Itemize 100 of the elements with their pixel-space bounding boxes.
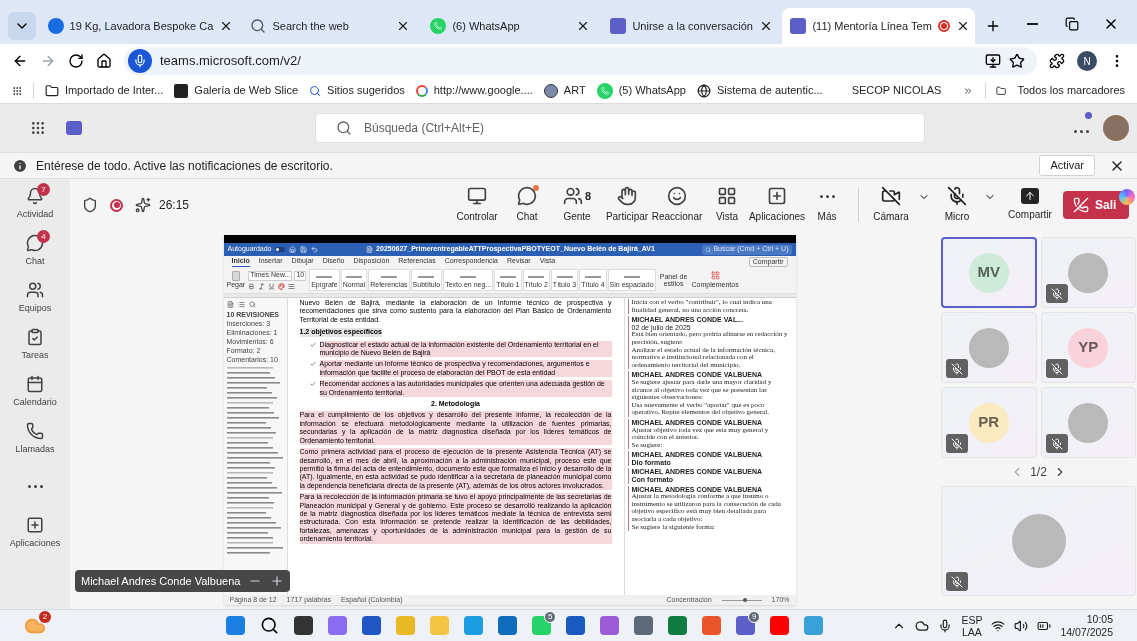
meeting-action-button[interactable]: Chat bbox=[502, 186, 552, 224]
participant-tile[interactable] bbox=[1040, 237, 1136, 308]
avatar-placeholder bbox=[1068, 402, 1109, 443]
hand-icon bbox=[617, 186, 637, 206]
microphone-off-icon bbox=[1050, 437, 1063, 450]
rail-item[interactable]: Llamadas bbox=[3, 420, 67, 458]
bookmark-link[interactable]: Sitios sugeridos bbox=[309, 82, 405, 99]
all-bookmarks-link[interactable]: Todos los marcadores bbox=[1017, 82, 1125, 99]
participant-tile[interactable] bbox=[1040, 387, 1136, 458]
tab-list-button[interactable] bbox=[8, 12, 36, 40]
app-launcher-icon bbox=[30, 120, 46, 136]
profile-avatar[interactable]: N bbox=[1077, 51, 1097, 71]
mic-button[interactable]: Micro bbox=[931, 186, 983, 224]
meeting-action-button[interactable]: Reaccionar bbox=[652, 186, 702, 224]
home-icon bbox=[96, 53, 112, 69]
globe-icon bbox=[696, 83, 711, 98]
zoom-slider-thumb[interactable] bbox=[743, 598, 748, 602]
bookmark-link[interactable]: Galería de Web Slice bbox=[174, 82, 299, 99]
rail-item[interactable]: Chat 4 bbox=[3, 232, 67, 270]
install-app-icon bbox=[985, 53, 1001, 69]
grid-icon bbox=[717, 186, 737, 206]
microphone-off-icon bbox=[951, 362, 963, 375]
restore-icon bbox=[1064, 17, 1079, 31]
user-avatar[interactable] bbox=[1103, 115, 1129, 141]
microphone-off-icon bbox=[951, 575, 963, 588]
participant-tile[interactable] bbox=[941, 486, 1136, 596]
search-icon bbox=[336, 120, 352, 136]
leave-button[interactable]: Sali bbox=[1063, 191, 1129, 219]
autosave-toggle[interactable] bbox=[275, 247, 286, 252]
meeting-action-button[interactable]: Participar bbox=[602, 186, 652, 224]
bookmark-link[interactable]: SECOP NICOLAS bbox=[833, 82, 942, 99]
microphone-off-icon bbox=[947, 186, 967, 206]
monitor-icon bbox=[467, 186, 487, 206]
checkmark-icon bbox=[309, 341, 316, 348]
search-field[interactable]: Búsqueda (Ctrl+Alt+E) bbox=[315, 113, 925, 143]
save-icon bbox=[300, 246, 308, 253]
browser-tab[interactable]: Search the web bbox=[242, 8, 419, 44]
rail-item[interactable]: Equipos bbox=[3, 279, 67, 317]
participant-tile[interactable] bbox=[941, 312, 1037, 383]
bold-icon bbox=[248, 282, 256, 290]
camera-button[interactable]: Cámara bbox=[865, 186, 917, 224]
clock-date: 14/07/2025 bbox=[1060, 625, 1113, 639]
rail-item[interactable]: Aplicaciones bbox=[3, 514, 67, 552]
camera-off-icon bbox=[881, 186, 901, 206]
activate-button[interactable]: Activar bbox=[1039, 155, 1095, 176]
participant-tile[interactable]: PR bbox=[941, 387, 1037, 458]
document-icon bbox=[366, 246, 374, 253]
search-placeholder: Búsqueda (Ctrl+Alt+E) bbox=[364, 120, 485, 137]
browser-tab[interactable]: (6) WhatsApp bbox=[422, 8, 599, 44]
bookmark-link[interactable]: (5) WhatsApp bbox=[596, 82, 686, 99]
rail-item[interactable]: Tareas bbox=[3, 326, 67, 364]
microphone-off-icon bbox=[951, 437, 963, 450]
bookmark-link[interactable]: Importado de Inter... bbox=[44, 82, 164, 99]
notification-badge: 9 bbox=[748, 610, 761, 623]
google-icon bbox=[415, 84, 428, 97]
taskbar-app-button[interactable]: 5 bbox=[530, 614, 553, 637]
taskbar-app-button[interactable]: 9 bbox=[734, 614, 757, 637]
avatar-placeholder bbox=[1068, 252, 1109, 293]
home-icon bbox=[289, 246, 297, 253]
volume-icon bbox=[1014, 618, 1029, 633]
chat-icon bbox=[26, 233, 44, 252]
checkmark-icon bbox=[309, 381, 316, 388]
microphone-off-icon bbox=[1050, 362, 1063, 375]
italic-icon bbox=[258, 282, 266, 290]
bookmark-link[interactable]: http://www.google.... bbox=[415, 82, 533, 99]
zoom-in-icon bbox=[270, 574, 285, 588]
browser-tab[interactable]: (11) Mentoría Línea Tem bbox=[782, 8, 976, 44]
cloud-icon bbox=[915, 618, 930, 633]
meeting-timer: 26:15 bbox=[159, 197, 190, 214]
bookmark-link[interactable]: ART bbox=[543, 82, 586, 99]
undo-icon bbox=[311, 246, 319, 253]
more-icon bbox=[27, 484, 43, 488]
meeting-action-button[interactable]: Controlar bbox=[452, 186, 502, 224]
search-icon bbox=[309, 84, 322, 97]
participant-tile[interactable]: YP bbox=[1040, 312, 1136, 383]
browser-tab[interactable]: 19 Kg, Lavadora Bespoke Ca bbox=[39, 8, 239, 44]
initials-avatar: MV bbox=[968, 252, 1009, 293]
microphone-off-icon bbox=[1050, 287, 1063, 300]
people-icon bbox=[562, 186, 583, 206]
smiley-icon bbox=[667, 186, 687, 206]
address-bar[interactable]: teams.microsoft.com/v2/ bbox=[124, 47, 1037, 75]
rail-item[interactable]: Actividad 7 bbox=[3, 185, 67, 223]
input-language: ESP bbox=[961, 613, 983, 626]
bookmark-link[interactable]: Sistema de autentic... bbox=[696, 82, 823, 99]
page-indicator: 1/2 bbox=[1030, 464, 1047, 481]
phone-icon bbox=[26, 421, 44, 440]
keyboard-layout: LAA bbox=[962, 625, 982, 638]
meeting-action-button[interactable]: 8 Gente bbox=[552, 186, 602, 224]
list-icon bbox=[237, 301, 245, 308]
wifi-icon bbox=[991, 618, 1006, 633]
clipboard-icon bbox=[26, 327, 44, 346]
participant-tile[interactable]: MV bbox=[941, 237, 1037, 308]
share-button[interactable]: Compartir bbox=[1001, 188, 1059, 222]
search-icon bbox=[705, 246, 712, 253]
rail-item[interactable]: Calendario bbox=[3, 373, 67, 411]
minimize-icon bbox=[1026, 23, 1038, 25]
more-icon bbox=[819, 194, 835, 198]
document-icon bbox=[226, 301, 234, 308]
browser-tab[interactable]: Unirse a la conversación bbox=[602, 8, 779, 44]
bookmark-star-icon bbox=[1009, 53, 1025, 69]
